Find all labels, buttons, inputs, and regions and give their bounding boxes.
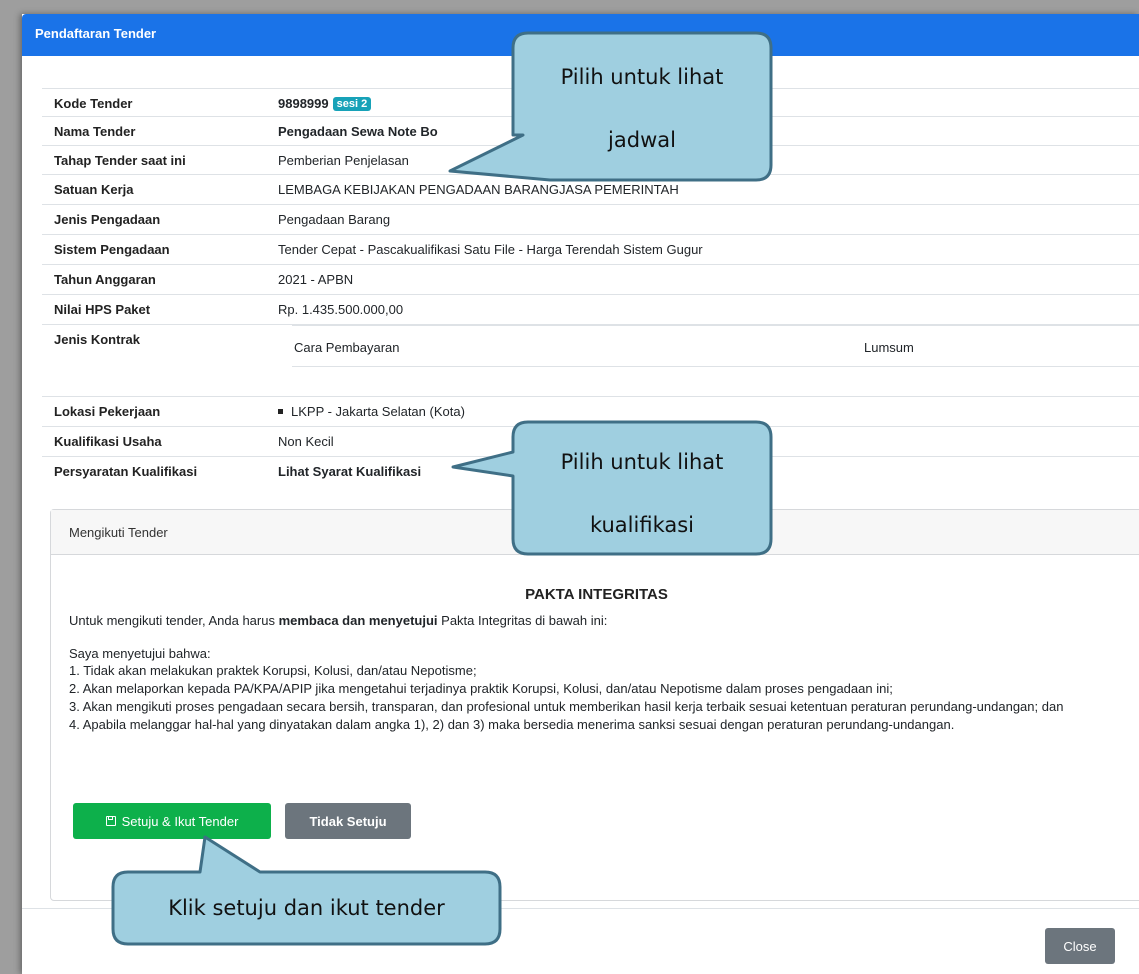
callout-jadwal-line1: Pilih untuk lihat [560, 65, 724, 89]
callout-jadwal-text: Pilih untuk lihat jadwal [513, 62, 771, 155]
callout-setuju [111, 835, 502, 946]
callout-kualifikasi-line2: kualifikasi [589, 513, 695, 537]
callout-jadwal-line2: jadwal [608, 128, 676, 152]
callout-kualifikasi-line1: Pilih untuk lihat [560, 450, 724, 474]
callout-kualifikasi-text: Pilih untuk lihat kualifikasi [513, 447, 771, 540]
callout-setuju-text: Klik setuju dan ikut tender [168, 896, 445, 920]
